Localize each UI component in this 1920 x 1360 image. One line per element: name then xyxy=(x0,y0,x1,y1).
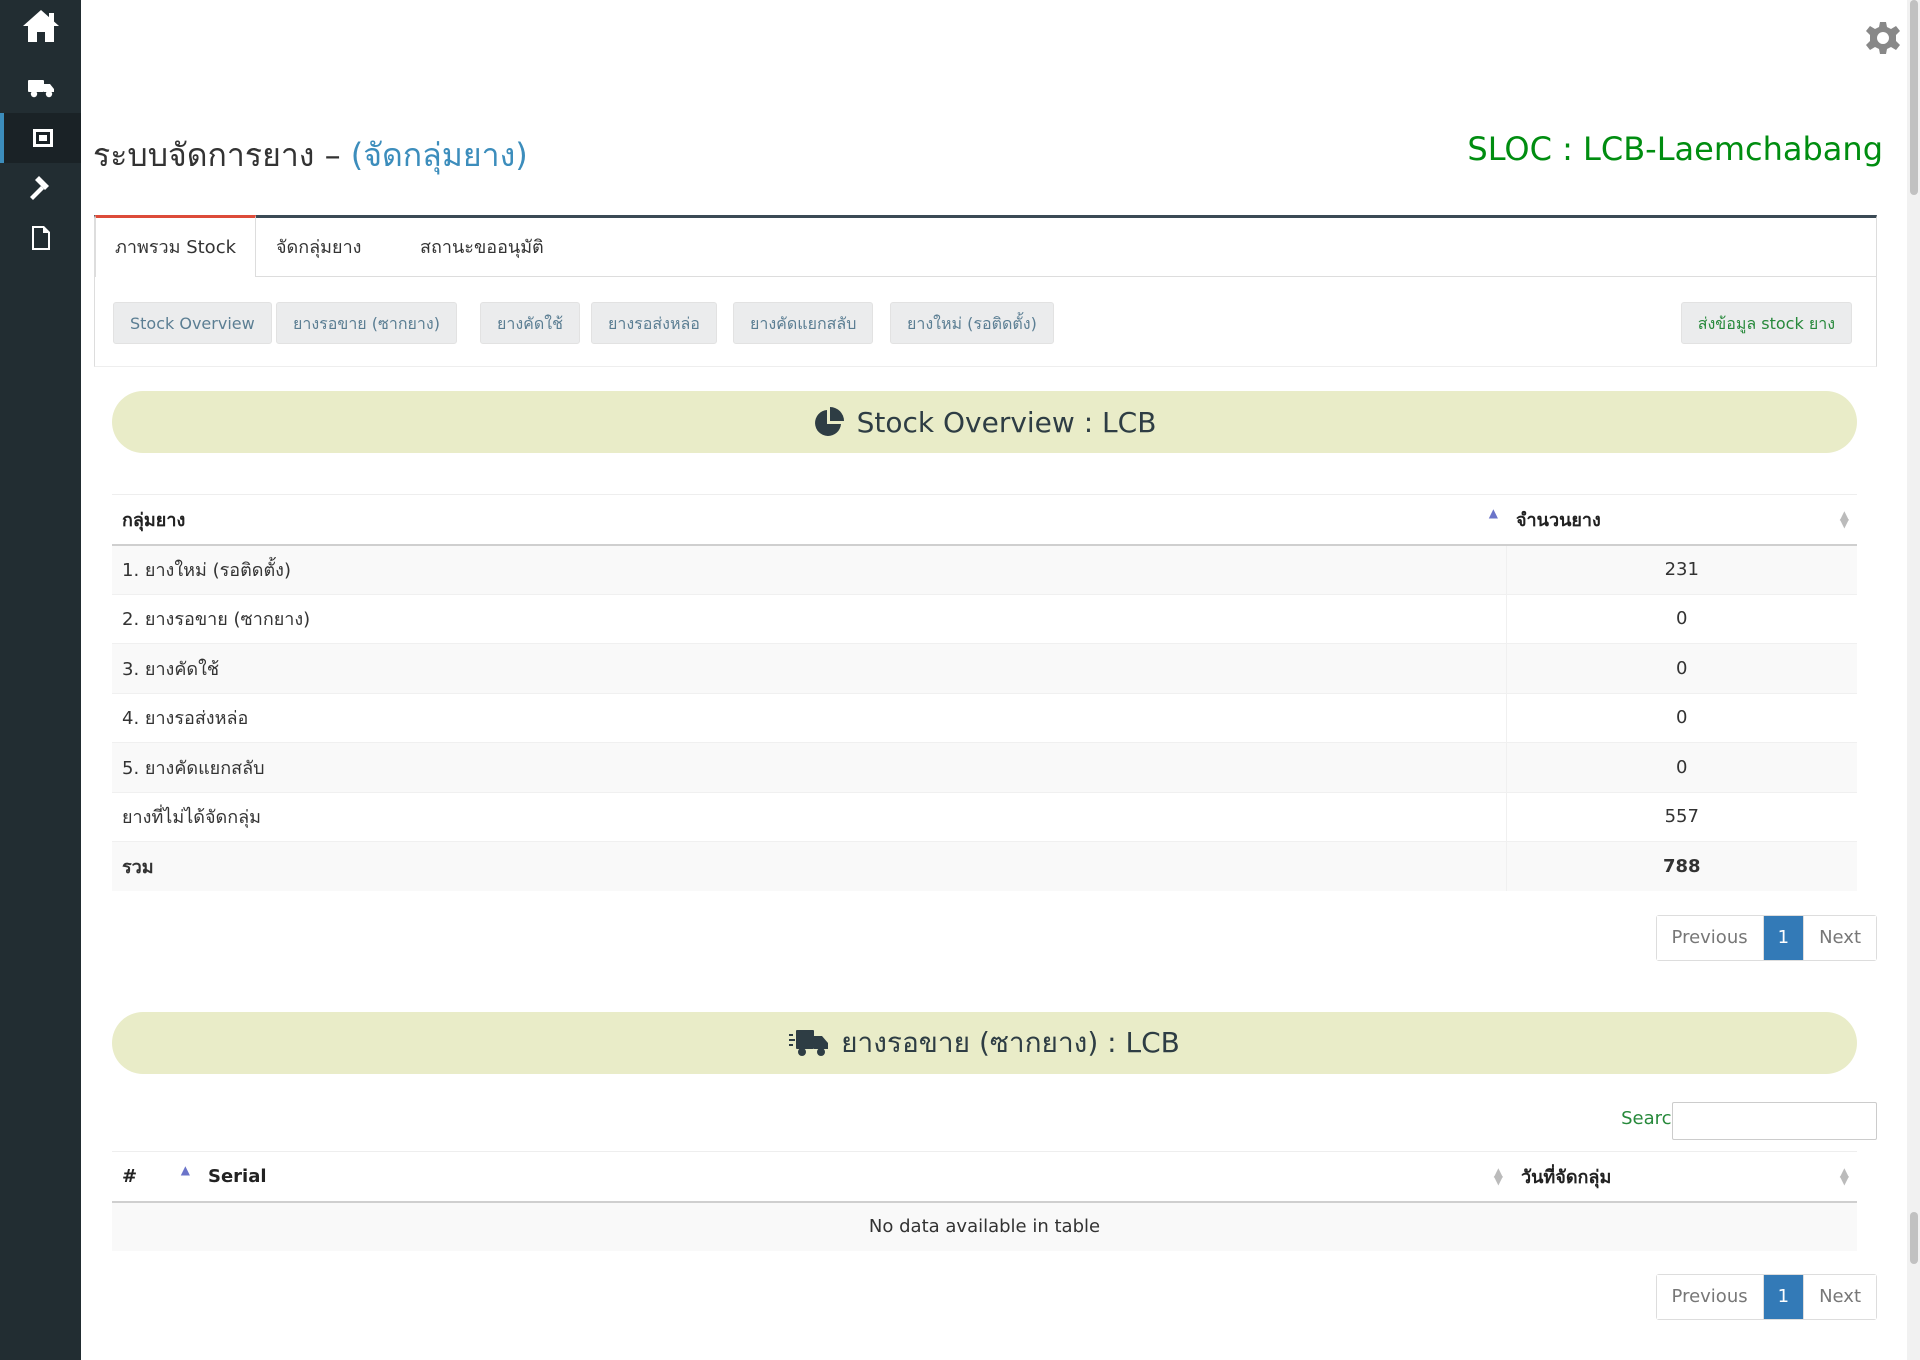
stock-overview-button[interactable]: Stock Overview xyxy=(113,302,272,344)
swap-tires-button[interactable]: ยางคัดแยกสลับ xyxy=(733,302,874,344)
overview-banner: Stock Overview : LCB xyxy=(112,391,1857,453)
reuse-tires-button[interactable]: ยางคัดใช้ xyxy=(480,302,580,344)
count-cell: 0 xyxy=(1505,742,1857,792)
truck-icon xyxy=(27,80,54,98)
count-cell: 557 xyxy=(1505,791,1857,842)
table-row: 2. ยางรอขาย (ซากยาง) 0 xyxy=(112,593,1857,644)
column-header-group-date[interactable]: วันที่จัดกลุ่ม ▲ ▼ xyxy=(1511,1151,1857,1203)
previous-page-button[interactable]: Previous xyxy=(1656,916,1763,960)
gear-icon xyxy=(1866,22,1900,54)
sort-asc-icon: ▲ xyxy=(1488,506,1498,520)
tabs-box: ภาพรวม Stock จัดกลุ่มยาง สถานะขออนุมัติ … xyxy=(94,215,1877,367)
column-header-group-label: กลุ่มยาง xyxy=(122,509,186,531)
column-header-index[interactable]: # ▲ xyxy=(112,1151,198,1203)
total-label-cell: รวม xyxy=(112,841,1506,891)
table-row: 4. ยางรอส่งหล่อ 0 xyxy=(112,692,1857,743)
sidebar xyxy=(0,0,81,1360)
table-row: ยางที่ไม่ได้จัดกลุ่ม 557 xyxy=(112,791,1857,842)
page-1-button[interactable]: 1 xyxy=(1762,1275,1804,1319)
scrollbar-thumb[interactable] xyxy=(1910,1212,1918,1264)
shipping-truck-icon xyxy=(789,1030,829,1056)
page-title-subtitle: (จัดกลุ่มยาง) xyxy=(350,136,528,174)
sidebar-item-document[interactable] xyxy=(0,213,81,263)
column-header-group[interactable]: กลุ่มยาง ▲ xyxy=(112,494,1506,546)
next-page-button[interactable]: Next xyxy=(1803,916,1876,960)
file-icon xyxy=(31,226,50,250)
group-cell: 5. ยางคัดแยกสลับ xyxy=(112,742,1506,792)
tab-group-tires[interactable]: จัดกลุ่มยาง xyxy=(257,218,380,277)
salvage-pagination: Previous 1 Next xyxy=(1655,1274,1877,1320)
sidebar-item-tools[interactable] xyxy=(0,163,81,213)
column-header-serial[interactable]: Serial ▲ ▼ xyxy=(198,1151,1511,1203)
tire-group-icon xyxy=(32,129,53,147)
empty-table-message: No data available in table xyxy=(112,1201,1857,1251)
overview-table: กลุ่มยาง ▲ จำนวนยาง ▲ ▼ 1. ยางใหม่ (รอติดตั… xyxy=(112,494,1857,891)
next-page-button[interactable]: Next xyxy=(1803,1275,1876,1319)
sort-both-icon: ▲ ▼ xyxy=(1839,508,1849,530)
previous-page-button[interactable]: Previous xyxy=(1656,1275,1763,1319)
send-stock-button[interactable]: ส่งข้อมูล stock ยาง xyxy=(1680,302,1852,344)
group-cell: 2. ยางรอขาย (ซากยาง) xyxy=(112,593,1506,644)
pie-chart-icon xyxy=(814,407,844,436)
sort-asc-icon: ▲ xyxy=(180,1163,190,1177)
overview-pagination: Previous 1 Next xyxy=(1655,915,1877,961)
home-icon xyxy=(22,10,59,42)
column-header-count[interactable]: จำนวนยาง ▲ ▼ xyxy=(1506,494,1857,546)
title-row: ระบบจัดการยาง – (จัดกลุ่มยาง) SLOC : LCB… xyxy=(93,130,1883,180)
page-title-main: ระบบจัดการยาง – xyxy=(93,136,351,174)
retread-tires-button[interactable]: ยางรอส่งหล่อ xyxy=(591,302,717,344)
tab-stock-overview[interactable]: ภาพรวม Stock xyxy=(95,215,257,277)
sidebar-item-home[interactable] xyxy=(0,0,81,52)
group-cell: 4. ยางรอส่งหล่อ xyxy=(112,692,1506,743)
group-cell: 3. ยางคัดใช้ xyxy=(112,643,1506,693)
search-input[interactable] xyxy=(1672,1102,1877,1140)
salvage-tires-button[interactable]: ยางรอขาย (ซากยาง) xyxy=(276,302,457,344)
table-row: 3. ยางคัดใช้ 0 xyxy=(112,643,1857,693)
tab-approval-status[interactable]: สถานะขออนุมัติ xyxy=(401,218,563,277)
sort-both-icon: ▲ ▼ xyxy=(1839,1165,1849,1187)
column-header-count-label: จำนวนยาง xyxy=(1516,509,1601,531)
sidebar-item-truck[interactable] xyxy=(0,63,81,113)
empty-row: No data available in table xyxy=(112,1201,1857,1251)
settings-button[interactable] xyxy=(1865,20,1901,56)
count-cell: 0 xyxy=(1505,692,1857,743)
new-tires-button[interactable]: ยางใหม่ (รอติดตั้ง) xyxy=(890,302,1054,344)
sidebar-item-tire-group[interactable] xyxy=(0,113,81,163)
gavel-icon xyxy=(29,176,49,200)
total-count-cell: 788 xyxy=(1505,841,1857,891)
table-row: 1. ยางใหม่ (รอติดตั้ง) 231 xyxy=(112,544,1857,594)
scrollbar-thumb-top[interactable] xyxy=(1910,0,1918,195)
column-header-index-label: # xyxy=(122,1165,138,1187)
column-header-serial-label: Serial xyxy=(208,1165,267,1187)
count-cell: 231 xyxy=(1505,544,1857,594)
group-cell: 1. ยางใหม่ (รอติดตั้ง) xyxy=(112,544,1506,594)
total-row: รวม 788 xyxy=(112,841,1857,891)
overview-banner-title: Stock Overview : LCB xyxy=(856,405,1157,439)
count-cell: 0 xyxy=(1505,643,1857,693)
group-cell: ยางที่ไม่ได้จัดกลุ่ม xyxy=(112,791,1506,842)
tab-strip: ภาพรวม Stock จัดกลุ่มยาง สถานะขออนุมัติ xyxy=(95,215,1876,277)
page-title: ระบบจัดการยาง – (จัดกลุ่มยาง) xyxy=(93,130,528,181)
count-cell: 0 xyxy=(1505,593,1857,644)
page-scrollbar[interactable] xyxy=(1907,0,1920,1360)
page-1-button[interactable]: 1 xyxy=(1762,916,1804,960)
salvage-banner: ยางรอขาย (ซากยาง) : LCB xyxy=(112,1012,1857,1074)
sloc-label: SLOC : LCB-Laemchabang xyxy=(1467,130,1883,168)
column-header-group-date-label: วันที่จัดกลุ่ม xyxy=(1521,1166,1612,1188)
salvage-table: # ▲ Serial ▲ ▼ วันที่จัดกลุ่ม ▲ ▼ No data ava… xyxy=(112,1151,1857,1251)
salvage-banner-title: ยางรอขาย (ซากยาง) : LCB xyxy=(841,1026,1180,1059)
sort-both-icon: ▲ ▼ xyxy=(1493,1165,1503,1187)
table-row: 5. ยางคัดแยกสลับ 0 xyxy=(112,742,1857,792)
main-content: ระบบจัดการยาง – (จัดกลุ่มยาง) SLOC : LCB… xyxy=(81,0,1907,1360)
